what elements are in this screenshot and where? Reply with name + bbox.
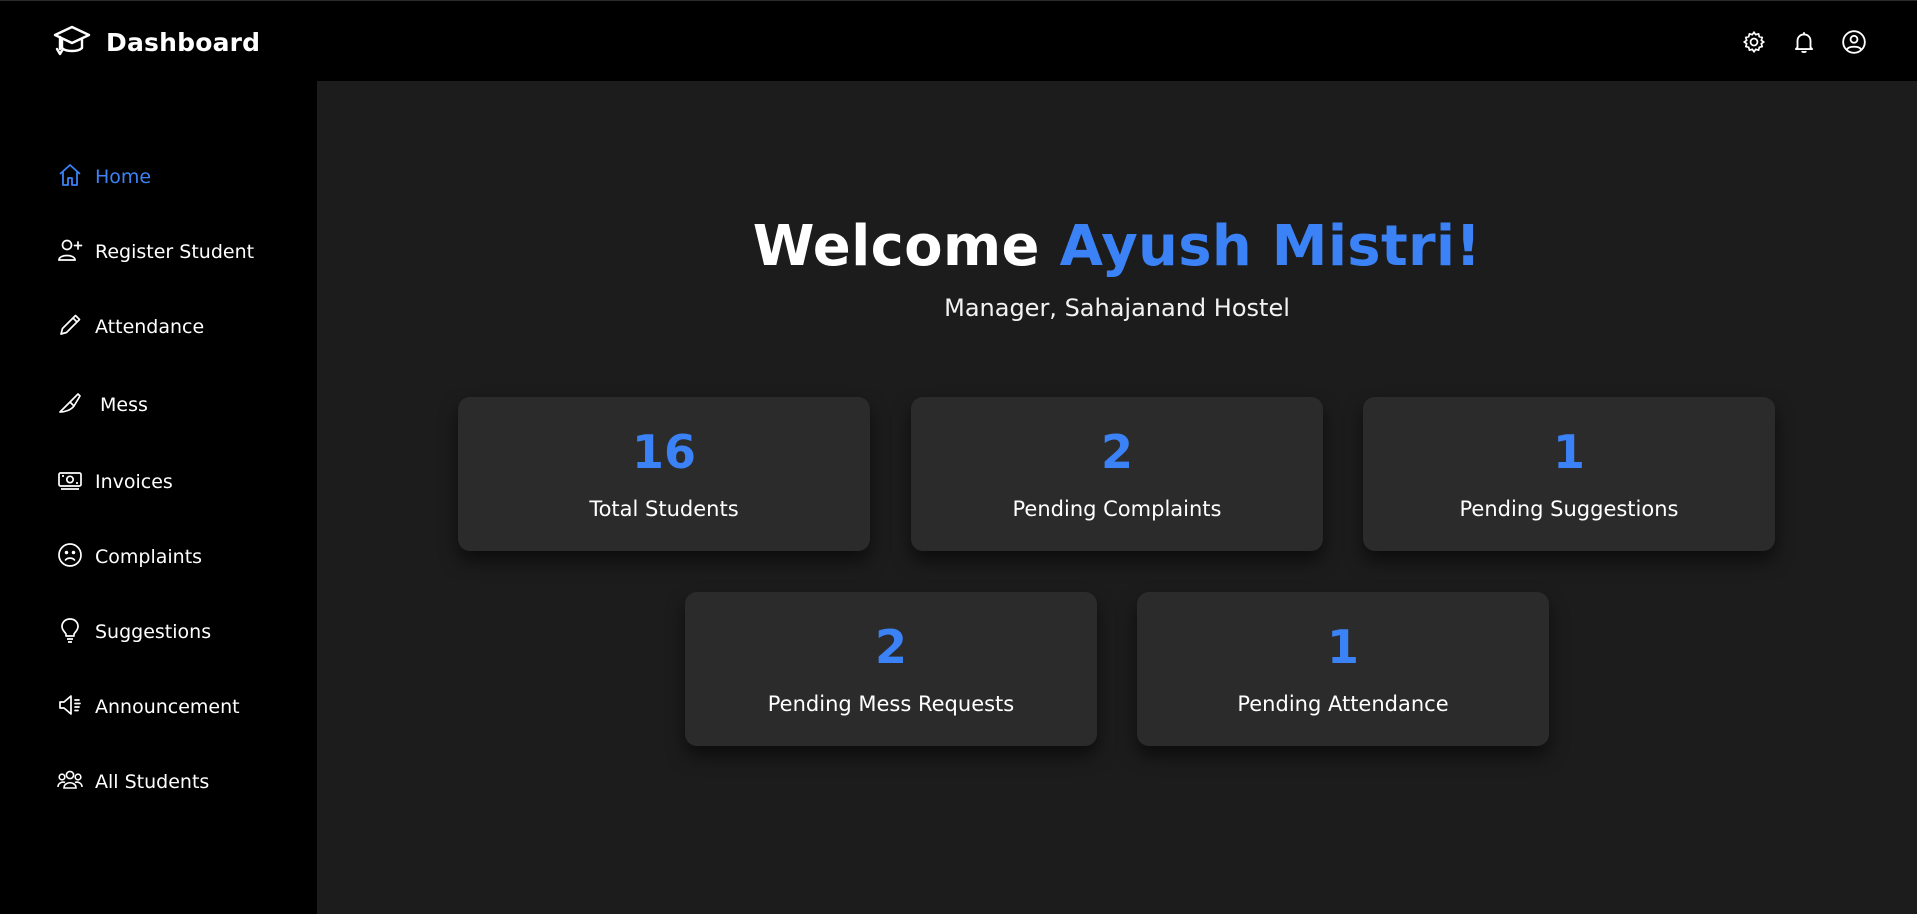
sidebar-item-all-students[interactable]: All Students: [56, 762, 209, 802]
role-subtitle: Manager, Sahajanand Hostel: [944, 294, 1290, 322]
stat-label: Total Students: [589, 497, 739, 521]
stat-label: Pending Mess Requests: [767, 692, 1015, 716]
stat-label: Pending Attendance: [1237, 692, 1449, 716]
sidebar-item-announcement[interactable]: Announcement: [56, 687, 240, 727]
sidebar-item-label: Register Student: [95, 241, 255, 263]
sidebar-item-label: Announcement: [95, 696, 240, 718]
sidebar: Home Register Student Attendance Mess In…: [0, 81, 317, 914]
sidebar-item-label: Suggestions: [95, 621, 212, 643]
sidebar-item-suggestions[interactable]: Suggestions: [56, 612, 211, 652]
stat-value: 16: [631, 425, 696, 479]
stat-value: 1: [1326, 620, 1359, 674]
knife-icon: [56, 389, 84, 422]
sidebar-item-attendance[interactable]: Attendance: [56, 307, 204, 347]
sidebar-item-invoices[interactable]: Invoices: [56, 462, 173, 502]
stat-card-total-students[interactable]: 16 Total Students: [458, 397, 870, 551]
stat-value: 1: [1552, 425, 1585, 479]
welcome-prefix: Welcome: [752, 214, 1040, 279]
user-circle-icon[interactable]: [1841, 29, 1867, 55]
sidebar-item-label: Attendance: [95, 316, 205, 338]
stat-card-pending-suggestions[interactable]: 1 Pending Suggestions: [1363, 397, 1775, 551]
graduation-cap-icon: [52, 22, 92, 62]
main-content: Welcome Ayush Mistri! Manager, Sahajanan…: [317, 81, 1917, 914]
welcome-heading: Welcome Ayush Mistri!: [317, 214, 1917, 279]
stat-label: Pending Suggestions: [1459, 497, 1679, 521]
sidebar-item-label: Mess: [100, 394, 148, 416]
stat-card-pending-attendance[interactable]: 1 Pending Attendance: [1137, 592, 1549, 746]
sidebar-item-label: Complaints: [95, 546, 203, 568]
sad-face-icon: [56, 541, 84, 574]
sidebar-item-complaints[interactable]: Complaints: [56, 537, 202, 577]
stat-card-pending-complaints[interactable]: 2 Pending Complaints: [911, 397, 1323, 551]
home-icon: [56, 161, 84, 194]
user-plus-icon: [56, 236, 84, 269]
sidebar-item-register-student[interactable]: Register Student: [56, 232, 254, 272]
stat-value: 2: [874, 620, 907, 674]
lightbulb-icon: [56, 616, 84, 649]
stat-label: Pending Complaints: [1012, 497, 1222, 521]
brand[interactable]: Dashboard: [52, 23, 260, 61]
sidebar-item-label: Invoices: [95, 471, 173, 493]
bell-icon[interactable]: [1791, 29, 1817, 55]
pencil-icon: [56, 311, 84, 344]
sidebar-item-label: All Students: [95, 771, 210, 793]
top-bar: Dashboard: [0, 0, 1917, 81]
sidebar-item-label: Home: [95, 166, 152, 188]
stat-value: 2: [1100, 425, 1133, 479]
megaphone-icon: [56, 691, 84, 724]
gear-icon[interactable]: [1741, 29, 1767, 55]
cash-icon: [56, 466, 84, 499]
sidebar-item-home[interactable]: Home: [56, 157, 151, 197]
user-name: Ayush Mistri!: [1059, 214, 1482, 279]
sidebar-item-mess[interactable]: Mess: [56, 385, 148, 425]
stat-card-pending-mess-requests[interactable]: 2 Pending Mess Requests: [685, 592, 1097, 746]
app-title: Dashboard: [106, 27, 261, 57]
users-icon: [56, 766, 84, 799]
